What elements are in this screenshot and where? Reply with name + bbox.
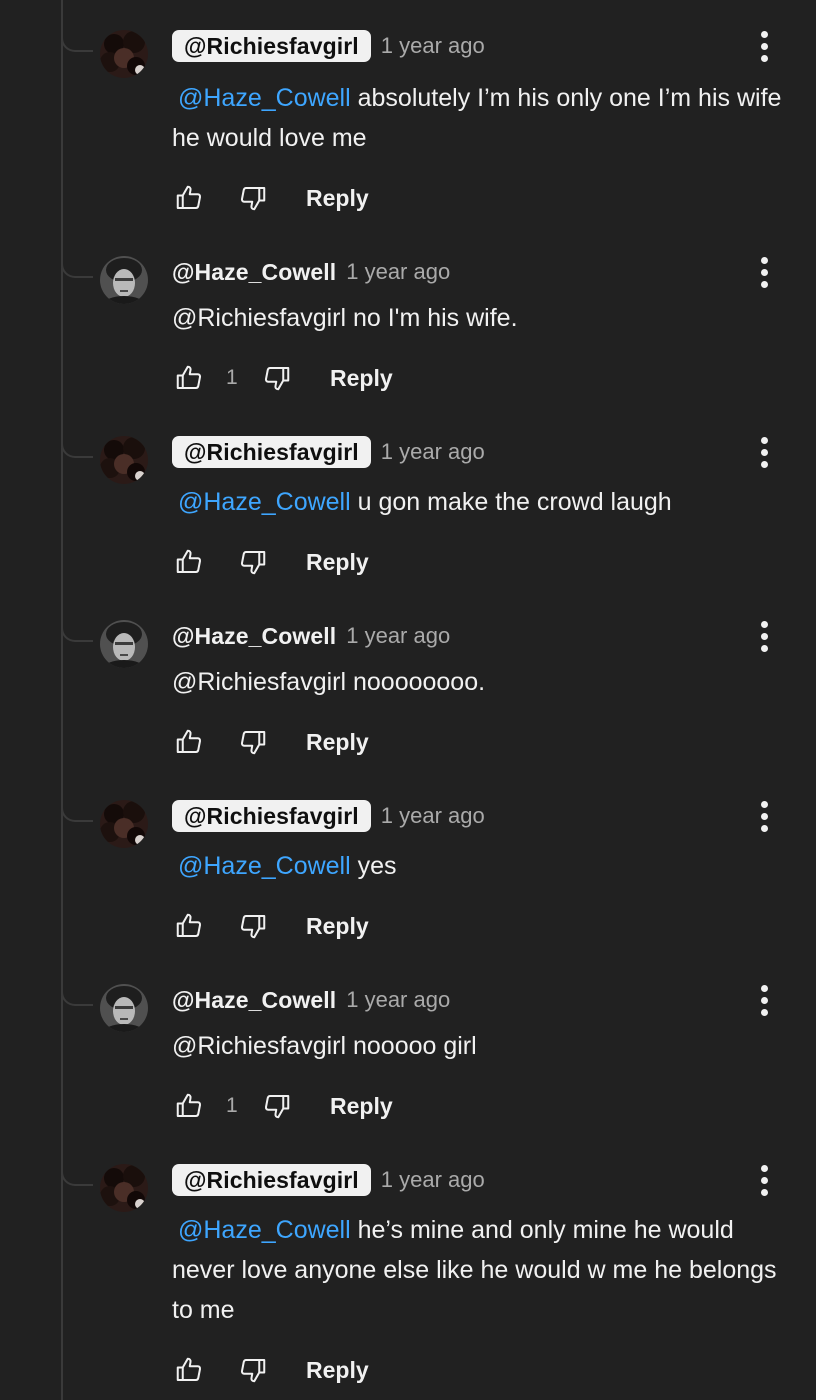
dark-curly-hair-avatar[interactable]	[100, 436, 148, 484]
thumbs-down-icon[interactable]	[260, 361, 294, 395]
like-count: 1	[226, 366, 238, 389]
thumbs-up-icon[interactable]	[172, 1353, 206, 1387]
comment-body: @Richiesfavgirl nooooo girl	[172, 1032, 477, 1060]
grayscale-portrait-avatar[interactable]	[100, 620, 148, 668]
author-name-highlighted[interactable]: @Richiesfavgirl	[172, 30, 371, 62]
thumbs-up-icon[interactable]	[172, 725, 206, 759]
more-vert-icon[interactable]	[750, 252, 778, 292]
comment-text: @Richiesfavgirl noooooooo.	[172, 662, 802, 702]
reply-button[interactable]: Reply	[330, 1093, 393, 1120]
thread-connector	[61, 808, 93, 822]
more-vert-icon[interactable]	[750, 796, 778, 836]
comment-actions: Reply	[172, 722, 369, 762]
reply-button[interactable]: Reply	[330, 365, 393, 392]
comment-header: @Haze_Cowell 1 year ago	[172, 616, 450, 656]
thread-connector	[61, 628, 93, 642]
more-vert-icon[interactable]	[750, 432, 778, 472]
comment-header: @Richiesfavgirl 1 year ago	[172, 1160, 485, 1200]
grayscale-portrait-avatar[interactable]	[100, 984, 148, 1032]
thumbs-up-icon[interactable]	[172, 361, 206, 395]
thumbs-down-icon[interactable]	[260, 1089, 294, 1123]
comment-actions: Reply	[172, 1350, 369, 1390]
reply-button[interactable]: Reply	[306, 1357, 369, 1384]
mention-link[interactable]: @Haze_Cowell	[178, 488, 351, 516]
reply-button[interactable]: Reply	[306, 913, 369, 940]
reply-button[interactable]: Reply	[306, 549, 369, 576]
timestamp[interactable]: 1 year ago	[346, 623, 450, 649]
thumbs-up-icon[interactable]	[172, 545, 206, 579]
thread-connector	[61, 264, 93, 278]
author-name[interactable]: @Haze_Cowell	[172, 259, 336, 286]
thumbs-down-icon[interactable]	[236, 545, 270, 579]
more-vert-icon[interactable]	[750, 980, 778, 1020]
timestamp[interactable]: 1 year ago	[381, 33, 485, 59]
comment-body: @Richiesfavgirl noooooooo.	[172, 668, 486, 696]
thumbs-down-icon[interactable]	[236, 181, 270, 215]
grayscale-portrait-avatar[interactable]	[100, 256, 148, 304]
more-vert-icon[interactable]	[750, 1160, 778, 1200]
thread-connector	[61, 444, 93, 458]
thumbs-down-icon[interactable]	[236, 1353, 270, 1387]
mention-link[interactable]: @Haze_Cowell	[178, 852, 351, 880]
comment-header: @Richiesfavgirl 1 year ago	[172, 432, 485, 472]
author-name-highlighted[interactable]: @Richiesfavgirl	[172, 1164, 371, 1196]
timestamp[interactable]: 1 year ago	[346, 987, 450, 1013]
mention-link[interactable]: @Haze_Cowell	[178, 84, 351, 112]
comment-header: @Richiesfavgirl 1 year ago	[172, 26, 485, 66]
comment-actions: 1 Reply	[172, 1086, 393, 1126]
thumbs-up-icon[interactable]	[172, 181, 206, 215]
comment-actions: Reply	[172, 178, 369, 218]
author-name[interactable]: @Haze_Cowell	[172, 623, 336, 650]
comment-header: @Haze_Cowell 1 year ago	[172, 980, 450, 1020]
more-vert-icon[interactable]	[750, 26, 778, 66]
thread-connector	[61, 38, 93, 52]
like-count: 1	[226, 1094, 238, 1117]
thumbs-up-icon[interactable]	[172, 909, 206, 943]
author-name[interactable]: @Haze_Cowell	[172, 987, 336, 1014]
dark-curly-hair-avatar[interactable]	[100, 30, 148, 78]
timestamp[interactable]: 1 year ago	[381, 803, 485, 829]
dark-curly-hair-avatar[interactable]	[100, 800, 148, 848]
comment-text: @Haze_Cowell u gon make the crowd laugh	[172, 482, 802, 522]
timestamp[interactable]: 1 year ago	[381, 439, 485, 465]
comment-actions: Reply	[172, 906, 369, 946]
thread-connector	[61, 1172, 93, 1186]
comment-body: yes	[357, 852, 397, 880]
comment-text: @Haze_Cowell absolutely I’m his only one…	[172, 78, 802, 158]
comment-text: @Haze_Cowell he’s mine and only mine he …	[172, 1210, 802, 1330]
comment-actions: 1 Reply	[172, 358, 393, 398]
comment-actions: Reply	[172, 542, 369, 582]
comment-body: u gon make the crowd laugh	[357, 488, 672, 516]
more-vert-icon[interactable]	[750, 616, 778, 656]
thumbs-up-icon[interactable]	[172, 1089, 206, 1123]
reply-button[interactable]: Reply	[306, 185, 369, 212]
comment-text: @Richiesfavgirl nooooo girl	[172, 1026, 802, 1066]
mention-link[interactable]: @Haze_Cowell	[178, 1216, 351, 1244]
thread-connector	[61, 992, 93, 1006]
comment-header: @Haze_Cowell 1 year ago	[172, 252, 450, 292]
comment-header: @Richiesfavgirl 1 year ago	[172, 796, 485, 836]
reply-button[interactable]: Reply	[306, 729, 369, 756]
timestamp[interactable]: 1 year ago	[381, 1167, 485, 1193]
thumbs-down-icon[interactable]	[236, 725, 270, 759]
comment-text: @Haze_Cowell yes	[172, 846, 802, 886]
comment-text: @Richiesfavgirl no I'm his wife.	[172, 298, 802, 338]
thread-line	[61, 0, 63, 1400]
comment-body: @Richiesfavgirl no I'm his wife.	[172, 304, 518, 332]
dark-curly-hair-avatar[interactable]	[100, 1164, 148, 1212]
author-name-highlighted[interactable]: @Richiesfavgirl	[172, 800, 371, 832]
thumbs-down-icon[interactable]	[236, 909, 270, 943]
author-name-highlighted[interactable]: @Richiesfavgirl	[172, 436, 371, 468]
timestamp[interactable]: 1 year ago	[346, 259, 450, 285]
